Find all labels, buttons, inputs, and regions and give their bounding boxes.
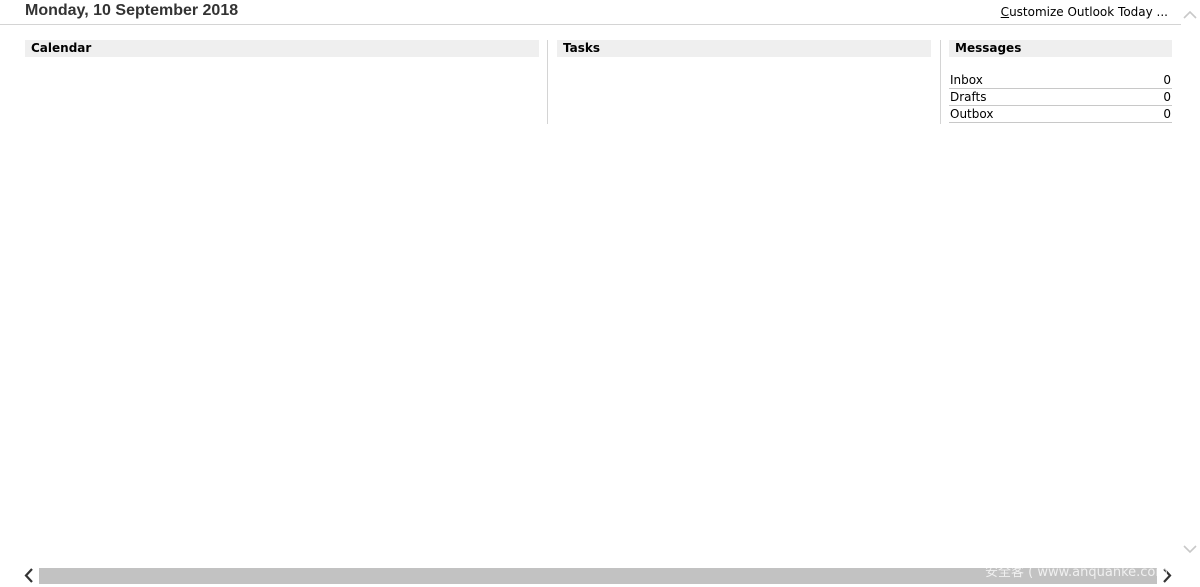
chevron-left-icon: [24, 568, 33, 583]
column-divider: [940, 40, 941, 124]
folder-label: Drafts: [950, 90, 987, 104]
message-folder-outbox[interactable]: Outbox 0: [949, 106, 1172, 123]
customize-outlook-today-link[interactable]: Customize Outlook Today ...: [1001, 5, 1168, 19]
scroll-down-button[interactable]: [1182, 541, 1198, 557]
horizontal-scrollbar[interactable]: [15, 567, 1181, 584]
customize-link-text: ustomize Outlook Today ...: [1009, 5, 1168, 19]
scroll-left-button[interactable]: [19, 567, 39, 584]
messages-list: Inbox 0 Drafts 0 Outbox 0: [949, 72, 1172, 123]
folder-label: Outbox: [950, 107, 994, 121]
customize-link-access-key: C: [1000, 5, 1010, 19]
scroll-up-button[interactable]: [1182, 7, 1198, 23]
folder-count: 0: [1163, 90, 1171, 104]
folder-count: 0: [1163, 107, 1171, 121]
tasks-section: Tasks: [557, 40, 931, 57]
scroll-right-button[interactable]: [1157, 567, 1177, 584]
chevron-up-icon: [1183, 10, 1197, 19]
horizontal-scroll-thumb[interactable]: [39, 568, 1157, 584]
calendar-section: Calendar: [25, 40, 539, 57]
tasks-heading[interactable]: Tasks: [557, 40, 931, 57]
calendar-heading[interactable]: Calendar: [25, 40, 539, 57]
chevron-down-icon: [1183, 545, 1197, 554]
folder-count: 0: [1163, 73, 1171, 87]
message-folder-drafts[interactable]: Drafts 0: [949, 89, 1172, 106]
chevron-right-icon: [1163, 568, 1172, 583]
folder-label: Inbox: [950, 73, 983, 87]
column-divider: [547, 40, 548, 124]
messages-heading[interactable]: Messages: [949, 40, 1172, 57]
messages-section: Messages Inbox 0 Drafts 0 Outbox 0: [949, 40, 1172, 123]
page-title: Monday, 10 September 2018: [25, 2, 239, 19]
outlook-today-header: Monday, 10 September 2018 Customize Outl…: [0, 0, 1181, 25]
outlook-today-page: Monday, 10 September 2018 Customize Outl…: [0, 0, 1200, 587]
message-folder-inbox[interactable]: Inbox 0: [949, 72, 1172, 89]
